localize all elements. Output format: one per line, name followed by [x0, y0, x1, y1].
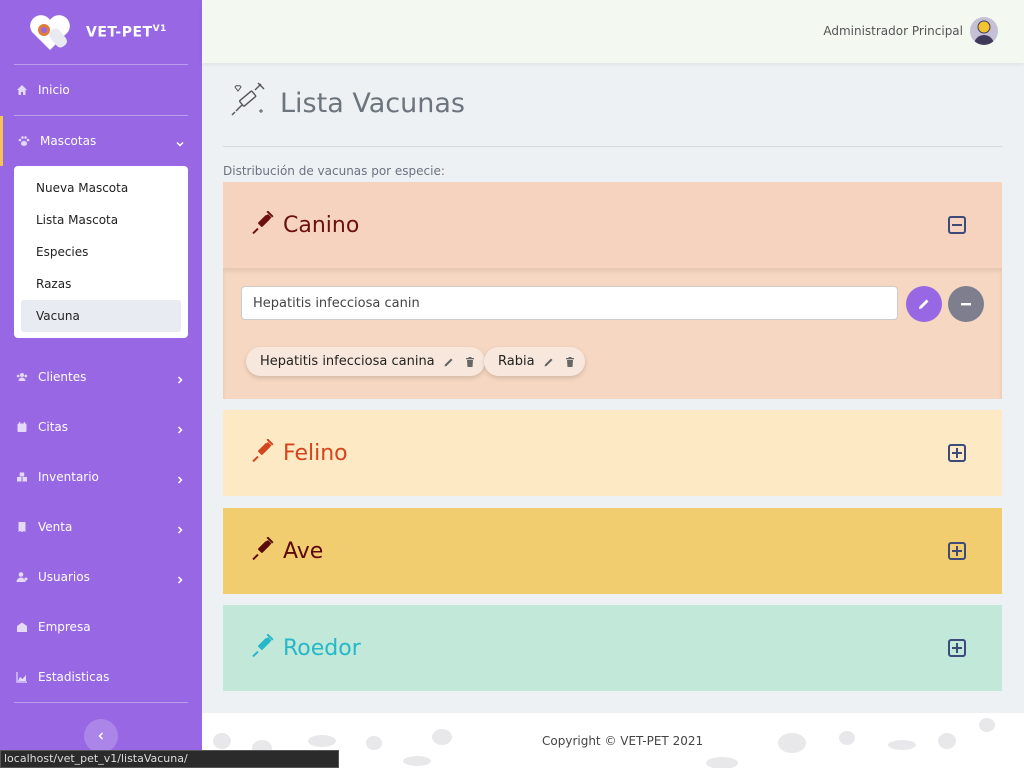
- chevron-left-icon: [98, 732, 104, 740]
- building-icon: [16, 621, 28, 633]
- sidebar-item-label: Mascotas: [40, 134, 97, 148]
- panel-ave: Ave: [223, 508, 1002, 594]
- submenu-item-especies[interactable]: Especies: [21, 236, 181, 268]
- sidebar-item-venta[interactable]: Venta: [0, 502, 202, 552]
- vet-pet-logo-icon: [28, 12, 72, 52]
- sidebar-item-label: Estadisticas: [38, 670, 110, 684]
- sidebar-item-inventario[interactable]: Inventario: [0, 452, 202, 502]
- expand-toggle-icon[interactable]: [948, 542, 966, 560]
- sidebar-item-label: Inventario: [38, 470, 99, 484]
- syringe-icon: [251, 536, 275, 565]
- page-title: Lista Vacunas: [280, 87, 465, 119]
- vaccine-chip: Hepatitis infecciosa canina: [246, 347, 485, 376]
- cancel-vaccine-button[interactable]: [948, 286, 984, 322]
- page-subtitle: Distribución de vacunas por especie:: [223, 164, 445, 178]
- title-divider: [223, 146, 1002, 147]
- sidebar-item-empresa[interactable]: Empresa: [0, 602, 202, 652]
- panel-roedor: Roedor: [223, 605, 1002, 691]
- boxes-icon: [16, 471, 28, 483]
- panel-felino: Felino: [223, 410, 1002, 496]
- brand-name: VET-PETV1: [86, 23, 167, 41]
- panel-header-ave[interactable]: Ave: [223, 508, 1002, 594]
- panel-body-canino: Hepatitis infecciosa canina Rabia: [223, 268, 1002, 399]
- chevron-right-icon: [176, 473, 184, 484]
- panel-canino: Canino Hepatitis infecciosa canina: [223, 182, 1002, 399]
- sidebar-item-label: Inicio: [38, 83, 70, 97]
- panel-title: Ave: [283, 538, 324, 564]
- syringe-icon: [251, 633, 275, 662]
- sidebar-item-inicio[interactable]: Inicio: [0, 65, 202, 115]
- brand[interactable]: VET-PETV1: [0, 0, 202, 64]
- submenu-item-lista-mascota[interactable]: Lista Mascota: [21, 204, 181, 236]
- user-gear-icon: [16, 571, 28, 583]
- sidebar-item-usuarios[interactable]: Usuarios: [0, 552, 202, 602]
- receipt-icon: [16, 521, 28, 533]
- home-icon: [16, 84, 28, 96]
- sidebar: VET-PETV1 Inicio Mascotas Nueva Mascota …: [0, 0, 202, 768]
- panel-title: Canino: [283, 212, 360, 238]
- vaccine-chip-label: Hepatitis infecciosa canina: [260, 354, 435, 369]
- expand-toggle-icon[interactable]: [948, 444, 966, 462]
- sidebar-divider: [14, 702, 188, 703]
- chart-area-icon: [16, 671, 28, 683]
- sidebar-item-citas[interactable]: Citas: [0, 402, 202, 452]
- sidebar-item-estadisticas[interactable]: Estadisticas: [0, 652, 202, 702]
- panel-header-canino[interactable]: Canino: [223, 182, 1002, 268]
- chevron-right-icon: [176, 373, 184, 384]
- submenu-item-vacuna[interactable]: Vacuna: [21, 300, 181, 332]
- syringe-icon: [228, 81, 268, 125]
- users-icon: [16, 371, 28, 383]
- pencil-icon: [919, 299, 929, 309]
- sidebar-item-mascotas[interactable]: Mascotas: [0, 116, 202, 166]
- vaccine-name-input[interactable]: [241, 286, 898, 320]
- panel-header-felino[interactable]: Felino: [223, 410, 1002, 496]
- chevron-down-icon: [176, 137, 184, 147]
- chevron-right-icon: [176, 523, 184, 534]
- sidebar-item-label: Venta: [38, 520, 73, 534]
- trash-icon[interactable]: [563, 355, 577, 369]
- collapse-toggle-icon[interactable]: [948, 216, 966, 234]
- vaccine-chip-label: Rabia: [498, 354, 535, 369]
- chevron-right-icon: [176, 573, 184, 584]
- browser-status-url: localhost/vet_pet_v1/listaVacuna/: [0, 750, 339, 768]
- panel-header-roedor[interactable]: Roedor: [223, 605, 1002, 691]
- syringe-icon: [251, 210, 275, 239]
- sidebar-toggle-button[interactable]: [84, 719, 118, 753]
- sidebar-item-label: Citas: [38, 420, 69, 434]
- copyright-text: Copyright © VET-PET 2021: [542, 734, 704, 748]
- page-header: Lista Vacunas: [228, 81, 465, 125]
- calendar-icon: [16, 421, 28, 433]
- sidebar-item-label: Clientes: [38, 370, 87, 384]
- submenu-item-nueva-mascota[interactable]: Nueva Mascota: [21, 172, 181, 204]
- sidebar-item-clientes[interactable]: Clientes: [0, 352, 202, 402]
- pencil-icon[interactable]: [542, 355, 556, 369]
- avatar[interactable]: [970, 17, 998, 45]
- paw-icon: [18, 135, 30, 147]
- topbar: Administrador Principal: [202, 0, 1024, 63]
- submenu-item-razas[interactable]: Razas: [21, 268, 181, 300]
- sidebar-item-label: Empresa: [38, 620, 91, 634]
- trash-icon[interactable]: [463, 355, 477, 369]
- user-name[interactable]: Administrador Principal: [823, 24, 963, 38]
- minus-icon: [961, 303, 971, 306]
- mascotas-submenu: Nueva Mascota Lista Mascota Especies Raz…: [14, 166, 188, 338]
- syringe-icon: [251, 438, 275, 467]
- vaccine-chip: Rabia: [484, 347, 585, 376]
- panel-title: Felino: [283, 440, 348, 466]
- pencil-icon[interactable]: [442, 355, 456, 369]
- edit-vaccine-button[interactable]: [906, 286, 942, 322]
- main-content: Lista Vacunas Distribución de vacunas po…: [202, 63, 1024, 713]
- sidebar-item-label: Usuarios: [38, 570, 90, 584]
- panel-title: Roedor: [283, 635, 361, 661]
- expand-toggle-icon[interactable]: [948, 639, 966, 657]
- chevron-right-icon: [176, 423, 184, 434]
